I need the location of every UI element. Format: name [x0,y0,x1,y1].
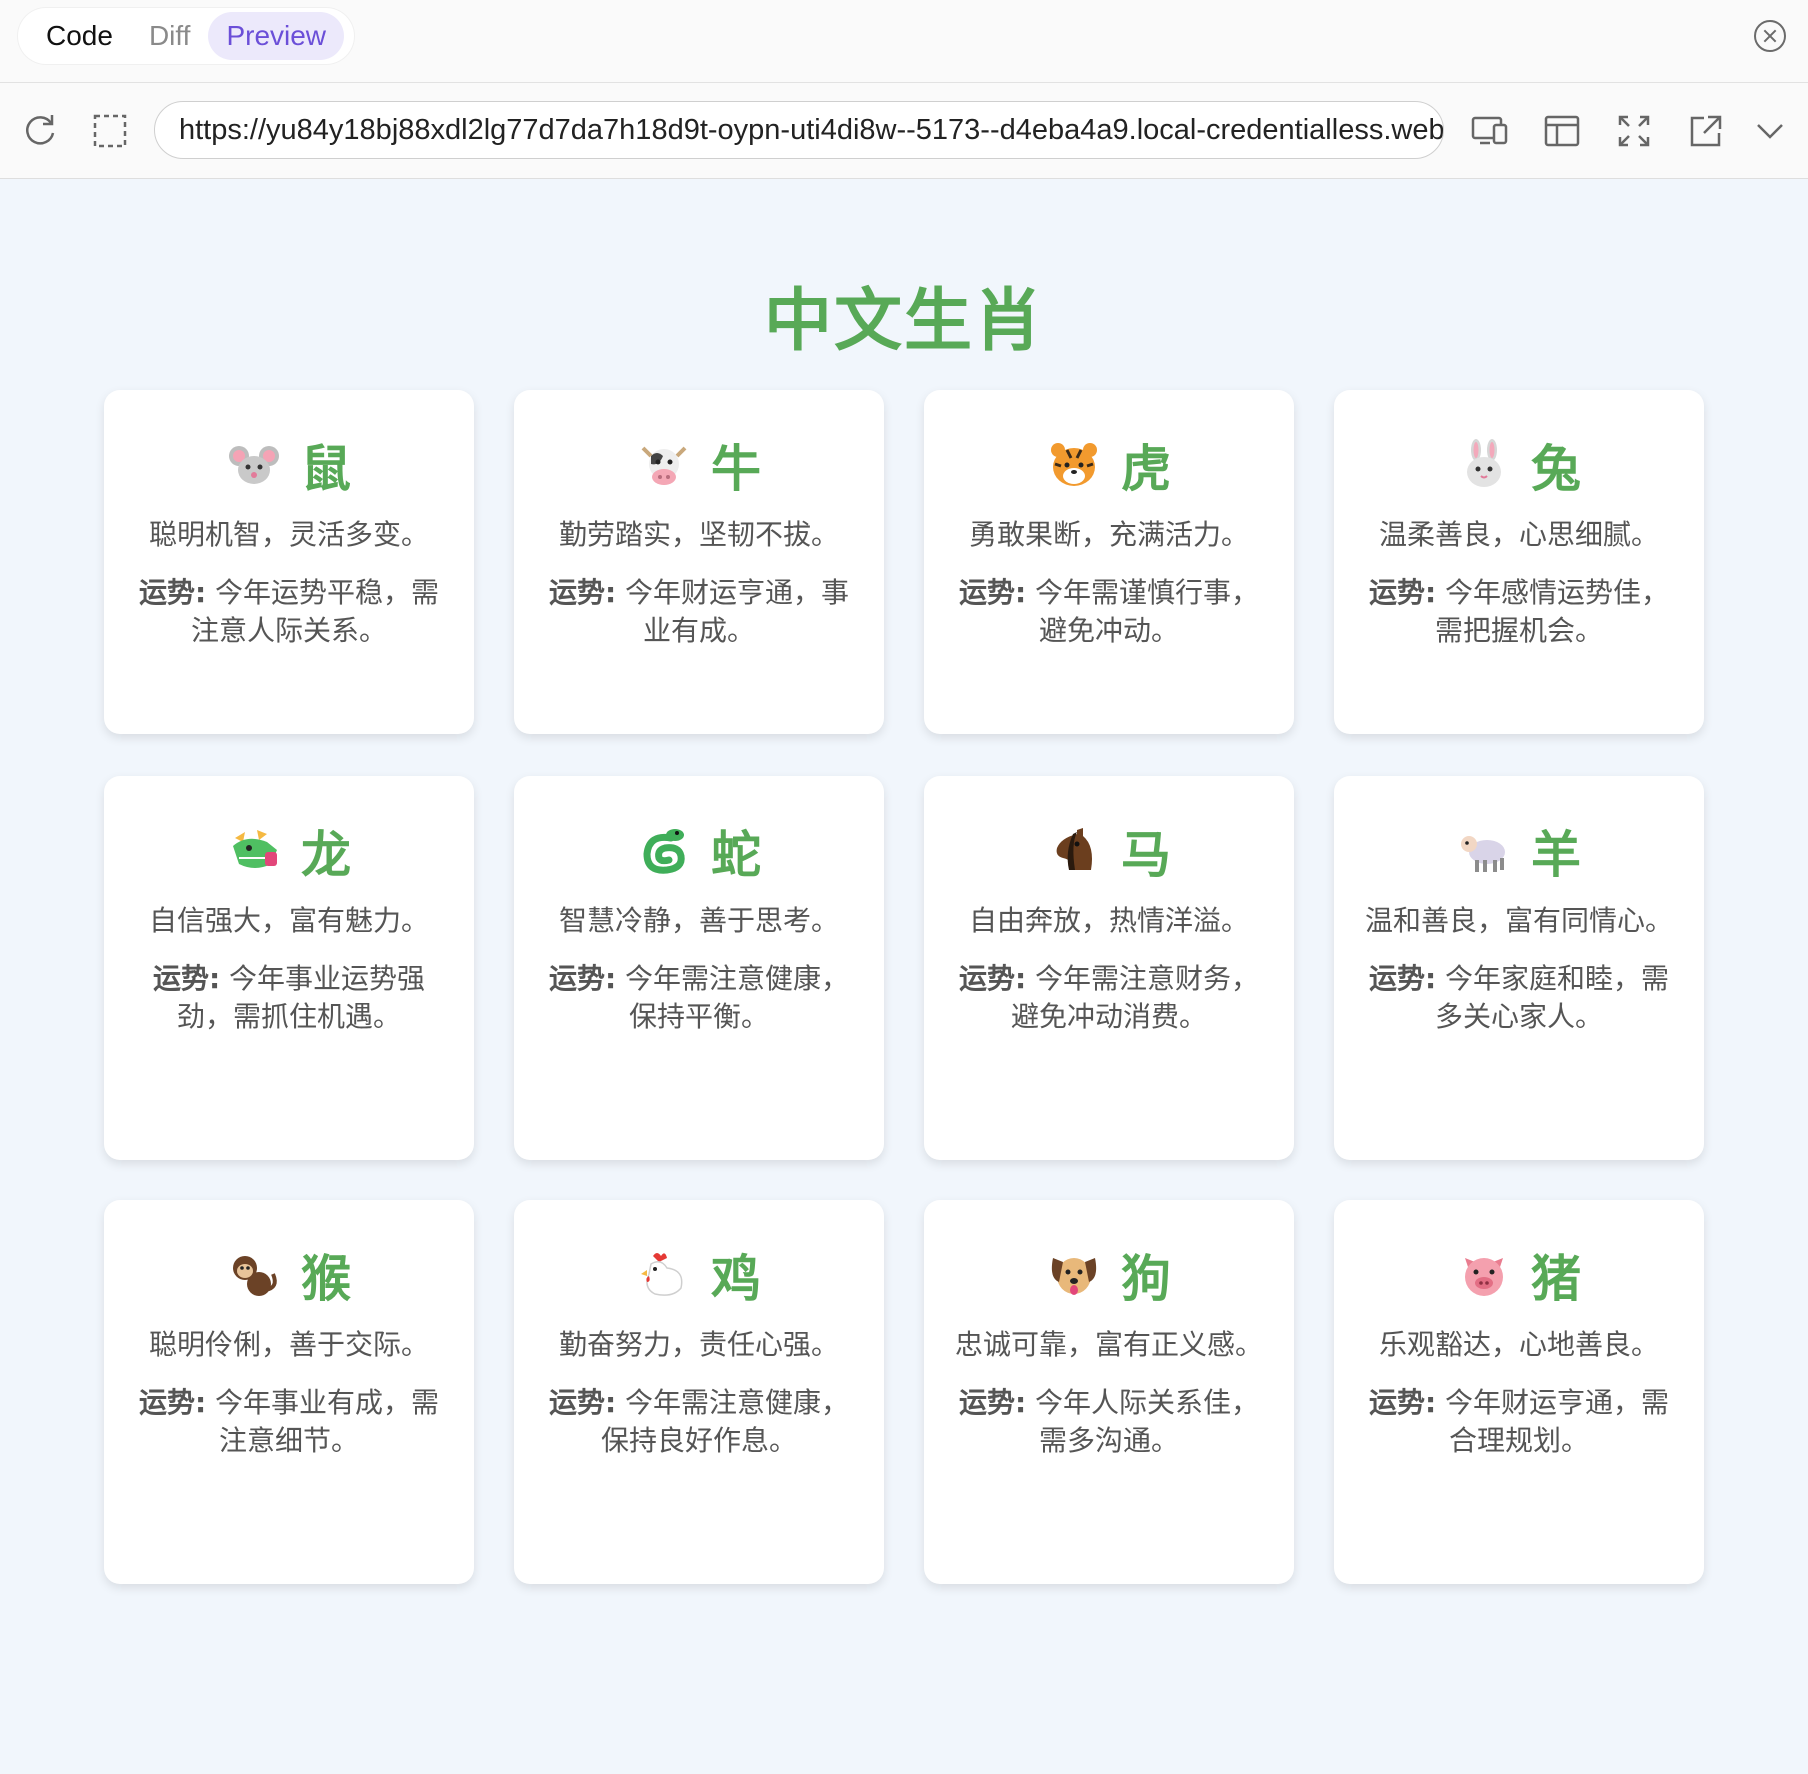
fortune-label: 运势: [548,962,617,995]
zodiac-card-goat: 羊 温和善良，富有同情心。 运势: 今年家庭和睦，需多关心家人。 [1334,776,1704,1160]
zodiac-card-dog: 狗 忠诚可靠，富有正义感。 运势: 今年人际关系佳，需多沟通。 [924,1200,1294,1584]
cow-face-icon [641,446,687,485]
tab-code[interactable]: Code [28,12,131,60]
open-external-icon[interactable] [1684,109,1728,153]
zodiac-card-snake: 蛇 智慧冷静，善于思考。 运势: 今年需注意健康，保持平衡。 [514,776,884,1160]
zodiac-description: 乐观豁达，心地善良。 [1378,1328,1659,1361]
fortune-text: 今年需注意健康，保持平衡。 [625,962,850,1033]
zodiac-name: 狗 [1121,1250,1171,1308]
fortune-text: 今年需注意健康，保持良好作息。 [600,1386,850,1457]
zodiac-name: 牛 [711,440,761,498]
zodiac-fortune: 运势: 今年感情运势佳，需把握机会。 [1362,574,1676,650]
url-input[interactable]: https://yu84y18bj88xdl2lg77d7da7h18d9t-o… [154,101,1444,159]
zodiac-description: 聪明伶俐，善于交际。 [148,1328,429,1361]
device-preview-icon[interactable] [1468,109,1512,153]
zodiac-fortune: 运势: 今年需注意健康，保持平衡。 [542,960,856,1036]
fortune-text: 今年财运亨通，需合理规划。 [1445,1386,1670,1457]
dog-face-icon [1051,1258,1097,1295]
zodiac-name: 龙 [301,826,351,884]
zodiac-name: 兔 [1531,440,1581,498]
fortune-label: 运势: [548,1386,617,1419]
fortune-label: 运势: [548,576,617,609]
fortune-text: 今年运势平稳，需注意人际关系。 [190,576,440,647]
fortune-text: 今年人际关系佳，需多沟通。 [1035,1386,1260,1457]
zodiac-fortune: 运势: 今年财运亨通，需合理规划。 [1362,1384,1676,1460]
zodiac-card-monkey: 猴 聪明伶俐，善于交际。 运势: 今年事业有成，需注意细节。 [104,1200,474,1584]
zodiac-description: 聪明机智，灵活多变。 [148,518,429,551]
tab-diff[interactable]: Diff [131,12,209,60]
fortune-label: 运势: [958,962,1027,995]
fortune-label: 运势: [958,1386,1027,1419]
zodiac-description: 忠诚可靠，富有正义感。 [954,1328,1263,1361]
zodiac-fortune: 运势: 今年人际关系佳，需多沟通。 [952,1384,1266,1460]
zodiac-card-horse: 马 自由奔放，热情洋溢。 运势: 今年需注意财务，避免冲动消费。 [924,776,1294,1160]
tiger-face-icon [1051,443,1097,486]
zodiac-description: 勇敢果断，充满活力。 [968,518,1249,551]
zodiac-fortune: 运势: 今年事业运势强劲，需抓住机遇。 [132,960,446,1036]
zodiac-description: 勤奋努力，责任心强。 [558,1328,839,1361]
page-title: 中文生肖 [763,282,1044,361]
zodiac-description: 勤劳踏实，坚韧不拔。 [558,518,839,551]
zodiac-name: 猴 [301,1250,351,1308]
zodiac-description: 温和善良，富有同情心。 [1364,904,1673,937]
chicken-icon [641,1253,683,1296]
fortune-text: 今年家庭和睦，需多关心家人。 [1434,962,1670,1033]
mouse-face-icon [229,446,279,484]
select-element-icon[interactable] [88,109,132,153]
zodiac-card-tiger: 虎 勇敢果断，充满活力。 运势: 今年需谨慎行事，避免冲动。 [924,390,1294,734]
zodiac-description: 自由奔放，热情洋溢。 [968,904,1249,937]
fortune-label: 运势: [1368,576,1437,609]
view-switcher: Code Diff Preview [18,8,355,64]
zodiac-name: 猪 [1531,1250,1581,1308]
fortune-label: 运势: [1368,1386,1437,1419]
zodiac-name: 蛇 [711,826,761,884]
fortune-label: 运势: [138,576,207,609]
fortune-text: 今年需谨慎行事，避免冲动。 [1035,576,1260,647]
zodiac-name: 鼠 [301,440,351,498]
zodiac-fortune: 运势: 今年运势平稳，需注意人际关系。 [132,574,446,650]
rabbit-face-icon [1467,439,1501,487]
zodiac-description: 自信强大，富有魅力。 [148,904,429,937]
zodiac-name: 虎 [1121,440,1171,498]
snake-icon [643,829,685,874]
fortune-text: 今年需注意财务，避免冲动消费。 [1010,962,1260,1033]
monkey-icon [233,1256,277,1296]
chevron-down-icon[interactable] [1748,109,1792,153]
zodiac-card-ox: 牛 勤劳踏实，坚韧不拔。 运势: 今年财运亨通，事业有成。 [514,390,884,734]
layout-icon[interactable] [1540,109,1584,153]
fortune-text: 今年财运亨通，事业有成。 [625,576,850,647]
zodiac-description: 温柔善良，心思细腻。 [1378,518,1659,551]
zodiac-fortune: 运势: 今年事业有成，需注意细节。 [132,1384,446,1460]
ewe-icon [1461,836,1505,872]
fortune-text: 今年事业有成，需注意细节。 [215,1386,440,1457]
fortune-label: 运势: [1368,962,1437,995]
dragon-face-icon [233,830,277,868]
zodiac-name: 马 [1121,826,1171,884]
zodiac-fortune: 运势: 今年需注意健康，保持良好作息。 [542,1384,856,1460]
zodiac-name: 羊 [1531,826,1581,884]
horse-face-icon [1056,828,1092,870]
zodiac-description: 智慧冷静，善于思考。 [558,904,839,937]
zodiac-fortune: 运势: 今年家庭和睦，需多关心家人。 [1362,960,1676,1036]
zodiac-fortune: 运势: 今年需谨慎行事，避免冲动。 [952,574,1266,650]
reload-icon[interactable] [18,109,62,153]
zodiac-card-rabbit: 兔 温柔善良，心思细腻。 运势: 今年感情运势佳，需把握机会。 [1334,390,1704,734]
fortune-label: 运势: [138,1386,207,1419]
tab-preview[interactable]: Preview [208,12,345,60]
pig-face-icon [1465,1258,1503,1296]
zodiac-fortune: 运势: 今年财运亨通，事业有成。 [542,574,856,650]
zodiac-fortune: 运势: 今年需注意财务，避免冲动消费。 [952,960,1266,1036]
fortune-label: 运势: [958,576,1027,609]
zodiac-card-rat: 鼠 聪明机智，灵活多变。 运势: 今年运势平稳，需注意人际关系。 [104,390,474,734]
zodiac-card-pig: 猪 乐观豁达，心地善良。 运势: 今年财运亨通，需合理规划。 [1334,1200,1704,1584]
fortune-label: 运势: [152,962,221,995]
fullscreen-icon[interactable] [1612,109,1656,153]
zodiac-name: 鸡 [711,1250,761,1308]
top-bar: Code Diff Preview [0,0,1808,83]
zodiac-card-dragon: 龙 自信强大，富有魅力。 运势: 今年事业运势强劲，需抓住机遇。 [104,776,474,1160]
close-icon[interactable] [1754,20,1786,52]
fortune-text: 今年感情运势佳，需把握机会。 [1434,576,1670,647]
zodiac-card-rooster: 鸡 勤奋努力，责任心强。 运势: 今年需注意健康，保持良好作息。 [514,1200,884,1584]
